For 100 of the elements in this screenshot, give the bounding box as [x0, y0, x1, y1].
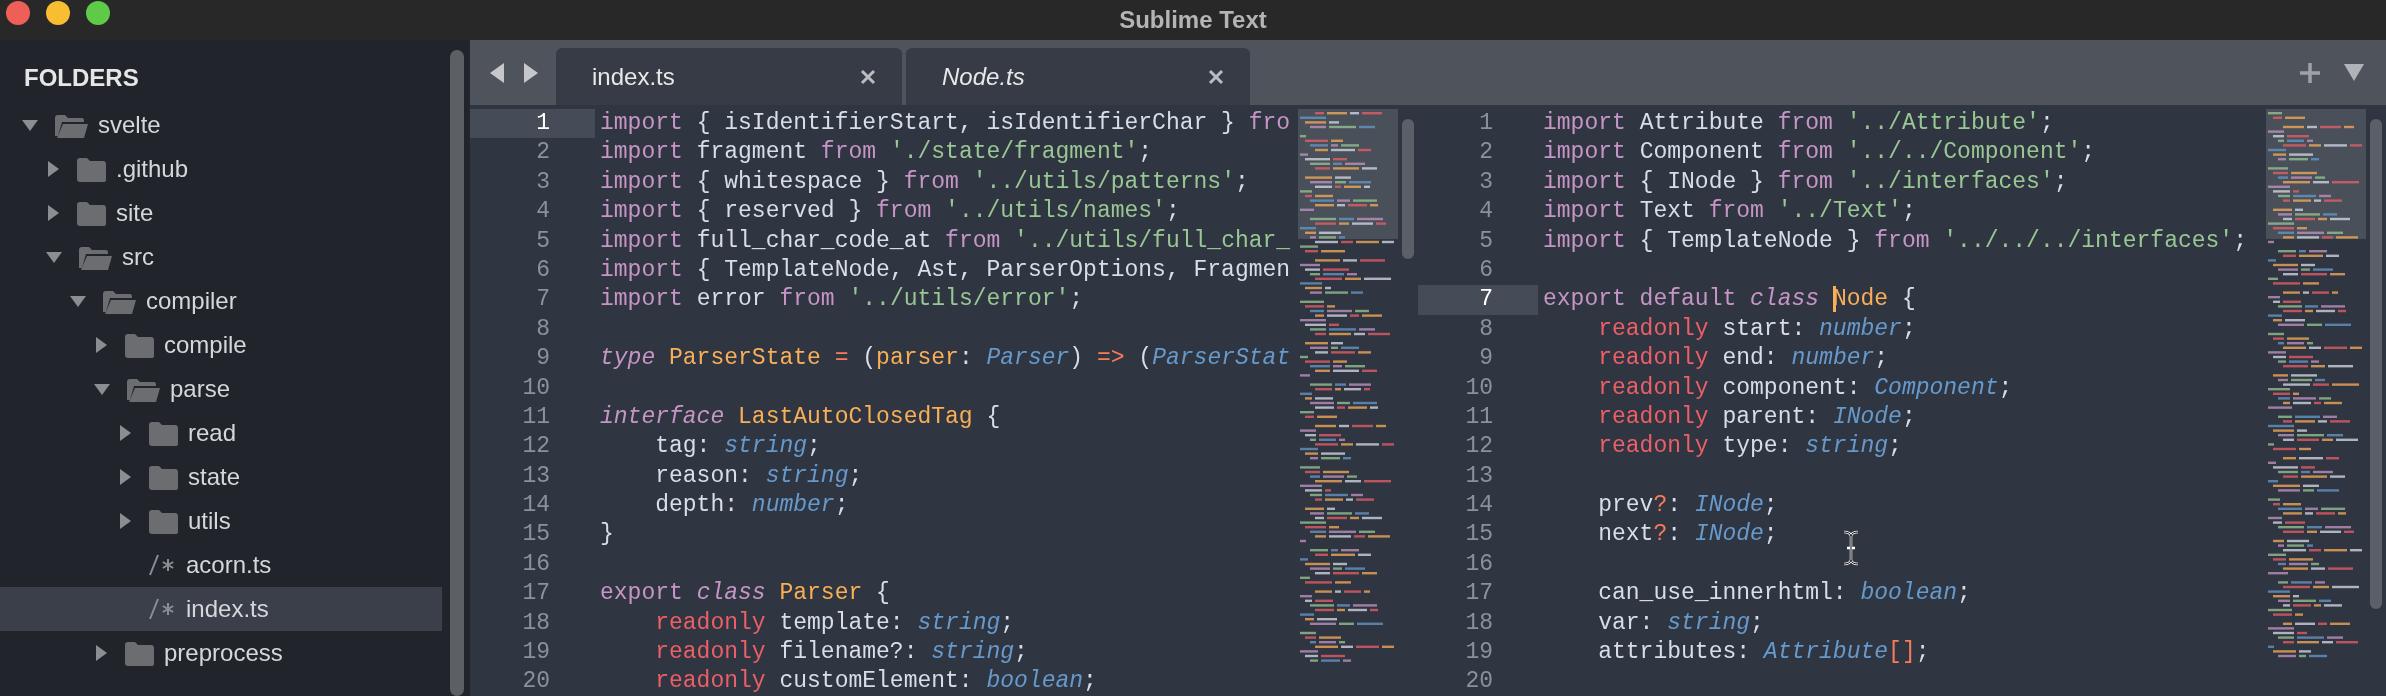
caret-right-icon[interactable]	[94, 337, 108, 353]
plus-icon[interactable]	[2300, 62, 2320, 83]
code-line: import { whitespace } from '../utils/patterns';	[599, 167, 1249, 197]
code-line: var: string;	[1597, 608, 1764, 638]
line-number: 1	[470, 109, 595, 139]
tree-item[interactable]: index.ts	[0, 587, 442, 631]
zoom-window-button[interactable]	[86, 1, 110, 25]
caret-right-icon[interactable]	[118, 469, 132, 485]
tree-item[interactable]: src	[0, 235, 442, 279]
line-number: 4	[1478, 197, 1494, 227]
folder-icon	[124, 332, 154, 358]
line-number: 2	[1478, 138, 1494, 168]
editor-tab[interactable]: index.ts	[556, 48, 902, 105]
item-label: state	[188, 462, 241, 492]
slash-asterisk-icon	[148, 553, 176, 577]
tree-item[interactable]: compiler	[0, 279, 442, 323]
scrollbar[interactable]	[450, 50, 464, 696]
code-line: tag: string;	[654, 432, 821, 462]
minimize-window-button[interactable]	[46, 1, 70, 25]
line-number: 13	[521, 461, 551, 491]
slash-asterisk-icon	[148, 597, 176, 621]
code-line: import full_char_code_at from '../utils/full_char_	[599, 226, 1291, 256]
line-number: 9	[535, 344, 551, 374]
open-folder-icon	[126, 376, 160, 402]
item-label: svelte	[98, 110, 161, 140]
line-number: 13	[1464, 461, 1494, 491]
line-number: 11	[521, 402, 551, 432]
line-number: 14	[521, 491, 551, 521]
tree-item[interactable]: parse	[0, 367, 442, 411]
item-label: compiler	[146, 286, 237, 316]
code-line: type ParserState = (parser: Parser) => (ParserStat	[599, 344, 1291, 374]
caret-down-icon[interactable]	[94, 382, 110, 396]
caret-right-icon[interactable]	[118, 425, 132, 441]
line-number: 1	[1478, 109, 1494, 138]
code-line: import fragment from './state/fragment';	[599, 138, 1153, 168]
item-label: index.ts	[186, 594, 269, 624]
line-number: 16	[521, 549, 551, 579]
tree-item[interactable]: compile	[0, 323, 442, 367]
tree-item[interactable]: state	[0, 455, 442, 499]
line-number: 20	[1464, 667, 1494, 696]
tree-item[interactable]: utils	[0, 499, 442, 543]
code-line: next?: INode;	[1597, 520, 1778, 550]
line-number: 7	[535, 285, 551, 315]
tree-item[interactable]: .github	[0, 147, 442, 191]
code-line: import { INode } from '../interfaces';	[1542, 167, 2068, 197]
tree-item[interactable]: acorn.ts	[0, 543, 442, 587]
code-line: import { reserved } from '../utils/names';	[599, 197, 1180, 227]
caret-right-icon[interactable]	[118, 513, 132, 529]
tree-item[interactable]: read	[0, 411, 442, 455]
open-folder-icon	[54, 112, 88, 138]
folder-icon	[148, 464, 178, 490]
forward-arrow-icon[interactable]	[522, 62, 540, 83]
line-number: 10	[521, 373, 551, 403]
code-line: import { isIdentifierStart, isIdentifierChar } fro	[599, 109, 1291, 138]
item-label: src	[122, 242, 154, 272]
caret-right-icon[interactable]	[46, 161, 60, 177]
line-number: 15	[1464, 520, 1494, 550]
code-line: import error from '../utils/error';	[599, 285, 1084, 315]
code-line: import { TemplateNode } from '../../../interfaces';	[1542, 226, 2247, 256]
item-label: utils	[188, 506, 231, 536]
caret-down-icon[interactable]	[46, 250, 62, 264]
line-number: 3	[535, 167, 551, 197]
caret-right-icon[interactable]	[94, 645, 108, 661]
tree-item[interactable]: preprocess	[0, 631, 442, 675]
tree-item[interactable]: site	[0, 191, 442, 235]
code-line: readonly parent: INode;	[1597, 402, 1916, 432]
item-label: preprocess	[164, 638, 283, 668]
caret-down-icon[interactable]	[22, 118, 38, 132]
item-label: site	[116, 198, 154, 228]
close-icon[interactable]	[860, 68, 876, 85]
line-number: 5	[535, 226, 551, 256]
code-line: import Text from '../Text';	[1542, 197, 1916, 227]
folder-icon	[76, 200, 106, 226]
code-line: readonly start: number;	[1597, 314, 1916, 344]
line-number: 14	[1464, 491, 1494, 521]
line-number: 7	[1418, 285, 1538, 315]
back-arrow-icon[interactable]	[488, 62, 506, 83]
folder-icon	[76, 156, 106, 182]
folder-icon	[124, 640, 154, 666]
line-number: 5	[1478, 226, 1494, 256]
folder-icon	[148, 420, 178, 446]
line-number: 18	[1464, 608, 1494, 638]
caret-right-icon[interactable]	[46, 205, 60, 221]
item-label: .github	[116, 154, 189, 184]
code-line: import { TemplateNode, Ast, ParserOptions, Fragmen	[599, 255, 1291, 285]
editor-tab[interactable]: Node.ts	[906, 48, 1250, 105]
line-number: 16	[1464, 549, 1494, 579]
item-label: acorn.ts	[186, 550, 272, 580]
tree-item[interactable]: svelte	[0, 103, 442, 147]
line-number: 6	[535, 255, 551, 285]
close-icon[interactable]	[1208, 68, 1224, 85]
code-line: readonly end: number;	[1597, 344, 1889, 374]
line-number: 6	[1478, 255, 1494, 285]
close-window-button[interactable]	[6, 1, 30, 25]
caret-down-icon[interactable]	[70, 294, 86, 308]
code-line: interface LastAutoClosedTag {	[599, 402, 1001, 432]
code-line: readonly filename?: string;	[654, 638, 1028, 668]
code-line: readonly customElement: boolean;	[654, 667, 1097, 696]
item-label: parse	[170, 374, 231, 404]
dropdown-triangle-icon[interactable]	[2344, 64, 2364, 81]
